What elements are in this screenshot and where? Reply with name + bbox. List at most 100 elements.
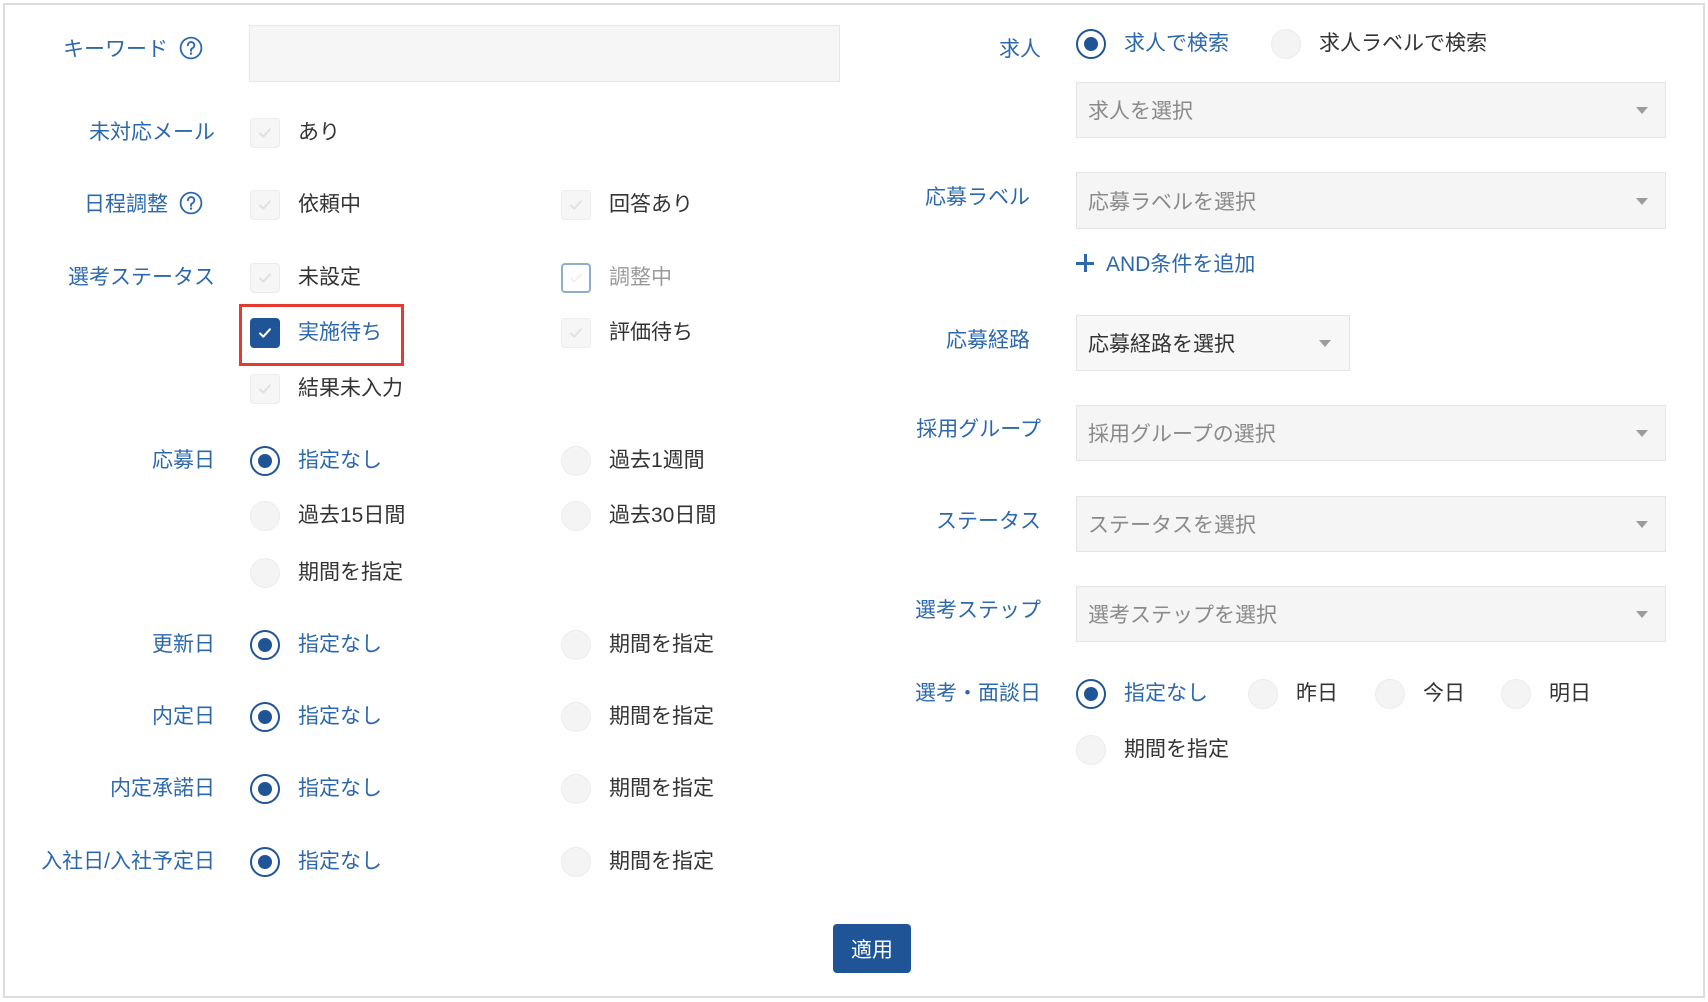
check-icon	[570, 273, 582, 283]
scheduling-label: 日程調整	[0, 189, 215, 221]
application-label-select-placeholder: 応募ラベルを選択	[1088, 190, 1256, 214]
unreplied-mail-yes-checkbox[interactable]: あり	[250, 117, 340, 149]
interview-date-custom-range-radio[interactable]: 期間を指定	[1076, 734, 1229, 766]
checkbox-box[interactable]	[250, 318, 280, 348]
job-search-by-job-label-radio[interactable]: 求人ラベルで検索	[1271, 28, 1487, 60]
radio-circle[interactable]	[1076, 679, 1106, 709]
join-date-custom-range-radio[interactable]: 期間を指定	[561, 846, 714, 878]
checkbox-box[interactable]	[250, 190, 280, 220]
join-date-none-radio[interactable]: 指定なし	[250, 846, 382, 878]
scheduling-requested-checkbox[interactable]: 依頼中	[250, 189, 361, 221]
option-label: 評価待ち	[609, 321, 693, 344]
scheduling-label-text: 日程調整	[84, 193, 168, 216]
offer-accepted-date-custom-range-radio[interactable]: 期間を指定	[561, 773, 714, 805]
hiring-group-label: 採用グループ	[916, 418, 1041, 441]
applied-date-past-15-days-radio[interactable]: 過去15日間	[250, 500, 405, 532]
option-label: 指定なし	[298, 777, 382, 800]
option-label: 期間を指定	[298, 561, 403, 584]
apply-button[interactable]: 適用	[833, 924, 911, 973]
option-label: 回答あり	[609, 193, 693, 216]
option-label: 期間を指定	[609, 777, 714, 800]
question-circle-icon[interactable]	[179, 36, 203, 60]
radio-circle[interactable]	[250, 558, 280, 588]
radio-circle[interactable]	[1271, 29, 1301, 59]
keyword-input[interactable]	[249, 25, 840, 82]
checkbox-box[interactable]	[250, 374, 280, 404]
job-label: 求人	[999, 38, 1041, 61]
caret-down-icon	[1636, 107, 1648, 114]
selection-step-select-placeholder: 選考ステップを選択	[1088, 604, 1277, 627]
radio-circle[interactable]	[1076, 29, 1106, 59]
offer-date-none-radio[interactable]: 指定なし	[250, 701, 382, 733]
checkbox-box[interactable]	[561, 263, 591, 293]
offer-date-custom-range-radio[interactable]: 期間を指定	[561, 701, 714, 733]
radio-circle[interactable]	[561, 630, 591, 660]
hiring-group-select[interactable]: 採用グループの選択	[1076, 405, 1666, 461]
applied-date-past-30-days-radio[interactable]: 過去30日間	[561, 500, 716, 532]
option-label: 求人で検索	[1124, 32, 1229, 55]
application-label-label: 応募ラベル	[925, 186, 1030, 209]
option-label: 結果未入力	[298, 377, 403, 400]
scheduling-answered-checkbox[interactable]: 回答あり	[561, 189, 693, 221]
option-label: 指定なし	[1124, 682, 1208, 705]
option-label: 調整中	[609, 266, 672, 289]
offer-accepted-date-none-radio[interactable]: 指定なし	[250, 773, 382, 805]
interview-date-none-radio[interactable]: 指定なし	[1076, 678, 1208, 710]
option-label: 期間を指定	[609, 850, 714, 873]
checkbox-box[interactable]	[250, 118, 280, 148]
checkbox-box[interactable]	[250, 263, 280, 293]
radio-circle[interactable]	[561, 847, 591, 877]
radio-circle[interactable]	[1076, 735, 1106, 765]
updated-date-custom-range-radio[interactable]: 期間を指定	[561, 629, 714, 661]
radio-circle[interactable]	[561, 774, 591, 804]
status-pending-execution-checkbox[interactable]: 実施待ち	[250, 317, 382, 349]
radio-circle[interactable]	[250, 774, 280, 804]
checkbox-box[interactable]	[561, 190, 591, 220]
check-icon	[259, 200, 271, 210]
status-select-placeholder: ステータスを選択	[1088, 514, 1256, 537]
interview-date-label: 選考・面談日	[915, 682, 1041, 705]
applied-date-label: 応募日	[152, 449, 215, 472]
radio-circle[interactable]	[1501, 679, 1531, 709]
check-icon	[259, 128, 271, 138]
check-icon	[570, 200, 582, 210]
applied-date-custom-range-radio[interactable]: 期間を指定	[250, 557, 403, 589]
job-select[interactable]: 求人を選択	[1076, 82, 1666, 138]
status-unset-checkbox[interactable]: 未設定	[250, 262, 361, 294]
hiring-group-select-placeholder: 採用グループの選択	[1088, 423, 1276, 446]
radio-circle[interactable]	[250, 702, 280, 732]
option-label: あり	[298, 121, 340, 144]
applied-date-none-radio[interactable]: 指定なし	[250, 445, 382, 477]
radio-circle[interactable]	[250, 630, 280, 660]
radio-circle[interactable]	[561, 446, 591, 476]
option-label: 指定なし	[298, 850, 382, 873]
radio-circle[interactable]	[561, 501, 591, 531]
interview-date-yesterday-radio[interactable]: 昨日	[1248, 678, 1338, 710]
application-route-select[interactable]: 応募経路を選択	[1076, 315, 1350, 371]
status-result-not-entered-checkbox[interactable]: 結果未入力	[250, 373, 403, 405]
radio-circle[interactable]	[250, 847, 280, 877]
radio-circle[interactable]	[561, 702, 591, 732]
radio-circle[interactable]	[250, 446, 280, 476]
selection-step-label: 選考ステップ	[915, 599, 1041, 622]
selection-step-select[interactable]: 選考ステップを選択	[1076, 586, 1666, 642]
applied-date-past-1-week-radio[interactable]: 過去1週間	[561, 445, 705, 477]
unreplied-mail-label: 未対応メール	[89, 121, 215, 144]
radio-circle[interactable]	[1248, 679, 1278, 709]
question-circle-icon[interactable]	[179, 191, 203, 215]
status-select[interactable]: ステータスを選択	[1076, 496, 1666, 552]
status-adjusting-checkbox[interactable]: 調整中	[561, 262, 672, 294]
status-awaiting-evaluation-checkbox[interactable]: 評価待ち	[561, 317, 693, 349]
add-and-condition-link[interactable]: AND条件を追加	[1076, 247, 1255, 279]
radio-circle[interactable]	[250, 501, 280, 531]
radio-circle[interactable]	[1375, 679, 1405, 709]
application-label-select[interactable]: 応募ラベルを選択	[1076, 172, 1666, 229]
caret-down-icon	[1636, 197, 1648, 205]
interview-date-tomorrow-radio[interactable]: 明日	[1501, 678, 1591, 710]
updated-date-none-radio[interactable]: 指定なし	[250, 629, 382, 661]
checkbox-box[interactable]	[561, 318, 591, 348]
job-search-by-job-radio[interactable]: 求人で検索	[1076, 28, 1229, 60]
add-and-condition-label: AND条件を追加	[1106, 253, 1256, 276]
caret-down-icon	[1319, 340, 1331, 347]
interview-date-today-radio[interactable]: 今日	[1375, 678, 1465, 710]
